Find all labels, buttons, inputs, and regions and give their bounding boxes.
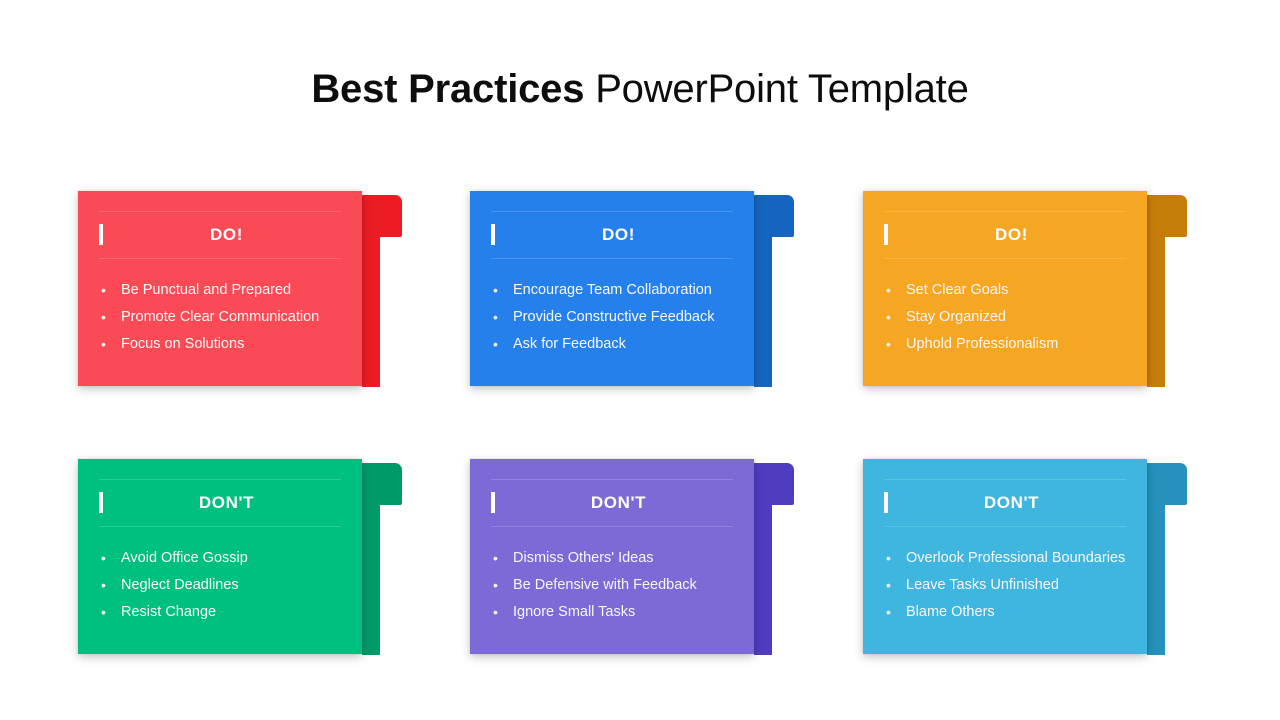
card-tab-head (754, 195, 794, 237)
list-item: Focus on Solutions (99, 331, 351, 358)
list-item: Be Punctual and Prepared (99, 277, 351, 304)
card-grid: DO! Be Punctual and PreparedPromote Clear… (0, 0, 1280, 720)
card-panel: DO! Be Punctual and PreparedPromote Clear… (78, 191, 362, 386)
list-item: Be Defensive with Feedback (491, 572, 743, 599)
card-bullet-list: Dismiss Others' IdeasBe Defensive with F… (491, 545, 743, 626)
card-bullet-list: Be Punctual and PreparedPromote Clear Co… (99, 277, 351, 358)
header-accent-bar (491, 224, 495, 245)
card-panel: DON'T Dismiss Others' IdeasBe Defensive w… (470, 459, 754, 654)
card-panel: DO! Set Clear GoalsStay OrganizedUphold P… (863, 191, 1147, 386)
header-rule-bottom (884, 258, 1126, 259)
card-dont-cyan[interactable]: DON'T Overlook Professional BoundariesLea… (863, 459, 1187, 655)
list-item: Encourage Team Collaboration (491, 277, 743, 304)
header-rule-bottom (99, 526, 341, 527)
header-accent-bar (99, 224, 103, 245)
card-header: DON'T (863, 479, 1147, 527)
card-tab-head (1147, 463, 1187, 505)
card-heading: DON'T (198, 493, 255, 512)
list-item: Stay Organized (884, 304, 1136, 331)
card-dont-purple[interactable]: DON'T Dismiss Others' IdeasBe Defensive w… (470, 459, 794, 655)
list-item: Ask for Feedback (491, 331, 743, 358)
card-header: DO! (863, 211, 1147, 259)
list-item: Ignore Small Tasks (491, 599, 743, 626)
header-accent-bar (99, 492, 103, 513)
list-item: Promote Clear Communication (99, 304, 351, 331)
card-tab-head (362, 195, 402, 237)
header-rule-bottom (491, 258, 733, 259)
card-bullet-list: Encourage Team CollaborationProvide Cons… (491, 277, 743, 358)
card-header: DON'T (78, 479, 362, 527)
list-item: Avoid Office Gossip (99, 545, 351, 572)
list-item: Provide Constructive Feedback (491, 304, 743, 331)
card-heading: DO! (210, 225, 243, 244)
card-bullet-list: Set Clear GoalsStay OrganizedUphold Prof… (884, 277, 1136, 358)
card-header: DON'T (470, 479, 754, 527)
card-panel: DO! Encourage Team CollaborationProvide C… (470, 191, 754, 386)
card-panel: DON'T Overlook Professional BoundariesLea… (863, 459, 1147, 654)
card-heading: DON'T (983, 493, 1040, 512)
list-item: Leave Tasks Unfinished (884, 572, 1136, 599)
list-item: Overlook Professional Boundaries (884, 545, 1136, 572)
card-do-red[interactable]: DO! Be Punctual and PreparedPromote Clear… (78, 191, 402, 387)
header-rule-bottom (884, 526, 1126, 527)
list-item: Blame Others (884, 599, 1136, 626)
list-item: Resist Change (99, 599, 351, 626)
header-rule-bottom (99, 258, 341, 259)
list-item: Dismiss Others' Ideas (491, 545, 743, 572)
card-do-blue[interactable]: DO! Encourage Team CollaborationProvide C… (470, 191, 794, 387)
card-heading: DON'T (590, 493, 647, 512)
card-heading: DO! (995, 225, 1028, 244)
card-dont-green[interactable]: DON'T Avoid Office GossipNeglect Deadline… (78, 459, 402, 655)
card-bullet-list: Overlook Professional BoundariesLeave Ta… (884, 545, 1136, 626)
card-heading: DO! (602, 225, 635, 244)
header-accent-bar (884, 224, 888, 245)
list-item: Set Clear Goals (884, 277, 1136, 304)
header-rule-bottom (491, 526, 733, 527)
card-header: DO! (470, 211, 754, 259)
card-tab-head (1147, 195, 1187, 237)
card-bullet-list: Avoid Office GossipNeglect DeadlinesResi… (99, 545, 351, 626)
card-tab-head (362, 463, 402, 505)
card-header: DO! (78, 211, 362, 259)
list-item: Uphold Professionalism (884, 331, 1136, 358)
header-accent-bar (884, 492, 888, 513)
header-accent-bar (491, 492, 495, 513)
slide-canvas: Best Practices PowerPoint Template DO!Be… (0, 0, 1280, 720)
card-do-orange[interactable]: DO! Set Clear GoalsStay OrganizedUphold P… (863, 191, 1187, 387)
card-panel: DON'T Avoid Office GossipNeglect Deadline… (78, 459, 362, 654)
list-item: Neglect Deadlines (99, 572, 351, 599)
card-tab-head (754, 463, 794, 505)
